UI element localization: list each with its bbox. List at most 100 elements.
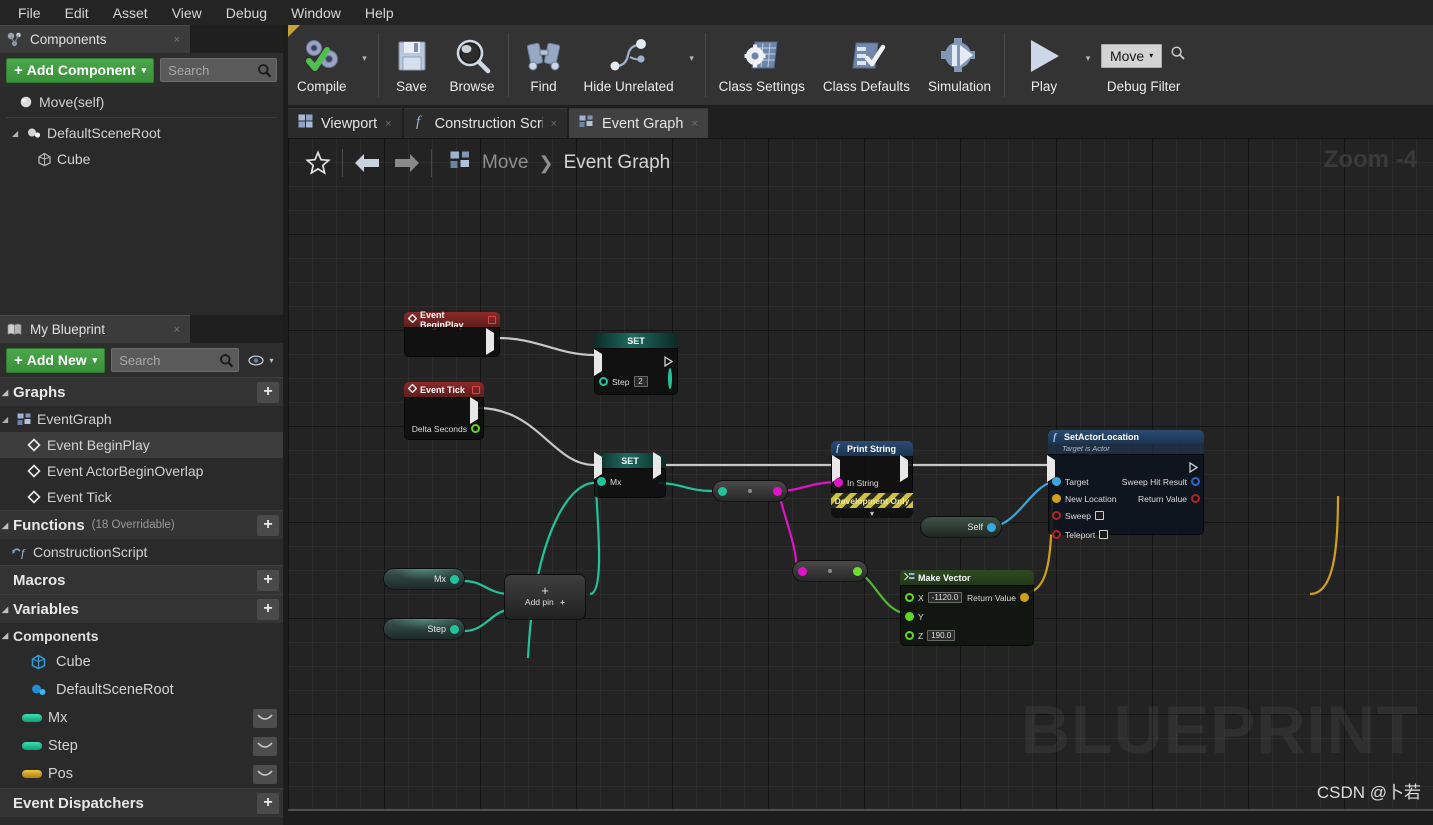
bool-pin-icon[interactable] bbox=[1052, 511, 1061, 520]
float-pin-icon[interactable] bbox=[905, 593, 914, 602]
variable-item-mx[interactable]: Mx bbox=[0, 704, 283, 732]
section-event-dispatchers[interactable]: Event Dispatchers + bbox=[0, 788, 283, 817]
add-pin-plus-icon[interactable]: + bbox=[560, 597, 565, 607]
object-pin-icon[interactable] bbox=[987, 522, 996, 532]
exec-out-pin[interactable] bbox=[900, 455, 908, 482]
component-item-default-scene-root[interactable]: ◢ DefaultSceneRoot bbox=[0, 120, 283, 146]
components-search-box[interactable] bbox=[160, 58, 277, 82]
pin-return-value[interactable]: Return Value bbox=[1134, 490, 1200, 507]
visibility-eye-icon[interactable] bbox=[253, 764, 277, 784]
expand-arrow[interactable]: ◢ bbox=[12, 129, 24, 138]
node-make-vector[interactable]: Make Vector X -1120.0 Return Value Y Z 1… bbox=[900, 570, 1034, 646]
toolbar-simulation-button[interactable]: Simulation bbox=[919, 25, 1000, 105]
toolbar-class-defaults-button[interactable]: Class Defaults bbox=[814, 25, 919, 105]
tree-item-event-actorbeginoverlap[interactable]: Event ActorBeginOverlap bbox=[0, 458, 283, 484]
node-get-step[interactable]: Step bbox=[383, 618, 465, 640]
string-pin-icon[interactable] bbox=[773, 486, 782, 496]
sweep-checkbox[interactable] bbox=[1095, 511, 1104, 520]
toolbar-compile-button[interactable]: Compile bbox=[288, 25, 356, 105]
toolbar-browse-button[interactable]: Browse bbox=[441, 25, 504, 105]
close-icon[interactable]: × bbox=[174, 324, 184, 336]
pin-new-location[interactable]: New Location bbox=[1052, 490, 1121, 507]
breadcrumb-root[interactable]: Move bbox=[482, 152, 528, 174]
toolbar-play-button[interactable]: Play bbox=[1009, 25, 1079, 105]
back-arrow-icon[interactable] bbox=[347, 141, 387, 185]
menu-item-asset[interactable]: Asset bbox=[101, 2, 160, 24]
exec-out-pin[interactable] bbox=[486, 328, 494, 355]
float-pin-icon[interactable] bbox=[471, 424, 480, 433]
toolbar-hide-unrelated-button[interactable]: Hide Unrelated bbox=[575, 25, 683, 105]
node-set-actor-location[interactable]: f SetActorLocation Target is Actor Targe… bbox=[1047, 430, 1204, 540]
value-out-pin[interactable] bbox=[668, 368, 672, 389]
my-blueprint-search-input[interactable] bbox=[119, 352, 219, 368]
expand-arrow[interactable]: ◢ bbox=[2, 415, 14, 424]
add-pin-row[interactable]: Add pin + bbox=[505, 597, 585, 607]
section-functions[interactable]: ◢ Functions (18 Overridable) + bbox=[0, 510, 283, 539]
hide-unrelated-chevron-icon[interactable]: ▾ bbox=[683, 25, 701, 105]
add-component-button[interactable]: + Add Component ▾ bbox=[6, 57, 155, 83]
pin-step[interactable]: Step 2 bbox=[599, 373, 648, 390]
subsection-components[interactable]: ◢ Components bbox=[0, 623, 283, 648]
menu-item-help[interactable]: Help bbox=[353, 2, 406, 24]
tree-item-event-tick[interactable]: Event Tick bbox=[0, 484, 283, 510]
exec-out-pin[interactable] bbox=[470, 397, 478, 424]
forward-arrow-icon[interactable] bbox=[387, 141, 427, 185]
node-event-beginplay[interactable]: Event BeginPlay bbox=[404, 310, 500, 357]
expand-node-chevron-icon[interactable]: ▾ bbox=[831, 508, 913, 518]
pin-z[interactable]: Z 190.0 bbox=[905, 627, 956, 644]
float-pin-icon[interactable] bbox=[668, 368, 672, 389]
node-print-string[interactable]: f Print String In String Development Onl… bbox=[831, 441, 913, 518]
float-pin-icon[interactable] bbox=[718, 486, 727, 496]
section-variables[interactable]: ◢ Variables + bbox=[0, 594, 283, 623]
compile-options-chevron-icon[interactable]: ▾ bbox=[356, 25, 374, 105]
blueprint-graph-canvas[interactable]: Move ❯ Event Graph Zoom -4 Event BeginPl… bbox=[288, 138, 1433, 811]
tab-construction-script[interactable]: f Construction Scrip × bbox=[403, 108, 568, 138]
pin-x[interactable]: X -1120.0 bbox=[905, 589, 963, 606]
float-pin-icon[interactable] bbox=[599, 377, 608, 386]
add-variable-button[interactable]: + bbox=[257, 598, 279, 620]
node-event-tick[interactable]: Event Tick Delta Seconds bbox=[404, 382, 484, 440]
string-pin-icon[interactable] bbox=[834, 478, 843, 487]
toolbar-class-settings-button[interactable]: Class Settings bbox=[710, 25, 814, 105]
visibility-eye-icon[interactable] bbox=[253, 708, 277, 728]
tab-my-blueprint[interactable]: My Blueprint × bbox=[0, 315, 190, 343]
vector-pin-icon[interactable] bbox=[1020, 593, 1029, 602]
object-pin-icon[interactable] bbox=[1052, 477, 1061, 486]
menu-item-edit[interactable]: Edit bbox=[53, 2, 101, 24]
tab-event-graph[interactable]: Event Graph × bbox=[569, 108, 708, 138]
node-set-mx[interactable]: SET Mx bbox=[594, 452, 666, 498]
node-reroute-top[interactable] bbox=[712, 480, 788, 502]
close-icon[interactable]: × bbox=[551, 118, 557, 130]
node-self[interactable]: Self bbox=[920, 516, 1002, 538]
step-value-input[interactable]: 2 bbox=[633, 376, 648, 387]
make-vector-z-input[interactable]: 190.0 bbox=[927, 630, 956, 641]
exec-in-pin[interactable] bbox=[594, 349, 602, 376]
node-reroute-bottom[interactable] bbox=[792, 560, 868, 582]
pin-mx[interactable]: Mx bbox=[597, 473, 625, 490]
add-function-button[interactable]: + bbox=[257, 514, 279, 536]
struct-pin-icon[interactable] bbox=[853, 566, 862, 576]
menu-item-view[interactable]: View bbox=[160, 2, 214, 24]
add-new-button[interactable]: + Add New ▾ bbox=[6, 347, 106, 373]
debug-filter-search-icon[interactable] bbox=[1170, 45, 1186, 66]
play-options-chevron-icon[interactable]: ▾ bbox=[1079, 25, 1097, 105]
close-icon[interactable]: × bbox=[385, 118, 391, 130]
section-macros[interactable]: Macros + bbox=[0, 565, 283, 594]
debug-filter-dropdown[interactable]: Move ▾ bbox=[1100, 43, 1163, 68]
pin-y[interactable]: Y bbox=[905, 608, 928, 625]
variable-item-step[interactable]: Step bbox=[0, 732, 283, 760]
section-graphs[interactable]: ◢ Graphs + bbox=[0, 377, 283, 406]
tab-components[interactable]: Components × bbox=[0, 25, 190, 53]
node-set-step[interactable]: SET Step 2 bbox=[594, 333, 678, 395]
menu-item-file[interactable]: File bbox=[6, 2, 53, 24]
teleport-checkbox[interactable] bbox=[1099, 530, 1109, 539]
pin-in-string[interactable]: In String bbox=[834, 474, 883, 491]
node-add[interactable]: + Add pin + bbox=[504, 574, 586, 620]
float-pin-icon[interactable] bbox=[905, 612, 914, 621]
float-pin-icon[interactable] bbox=[450, 624, 459, 634]
close-icon[interactable]: × bbox=[174, 34, 184, 46]
close-icon[interactable]: × bbox=[691, 118, 697, 130]
components-search-input[interactable] bbox=[168, 62, 257, 78]
my-blueprint-search-box[interactable] bbox=[111, 348, 239, 372]
visibility-toggle-button[interactable]: ▾ bbox=[245, 348, 277, 372]
